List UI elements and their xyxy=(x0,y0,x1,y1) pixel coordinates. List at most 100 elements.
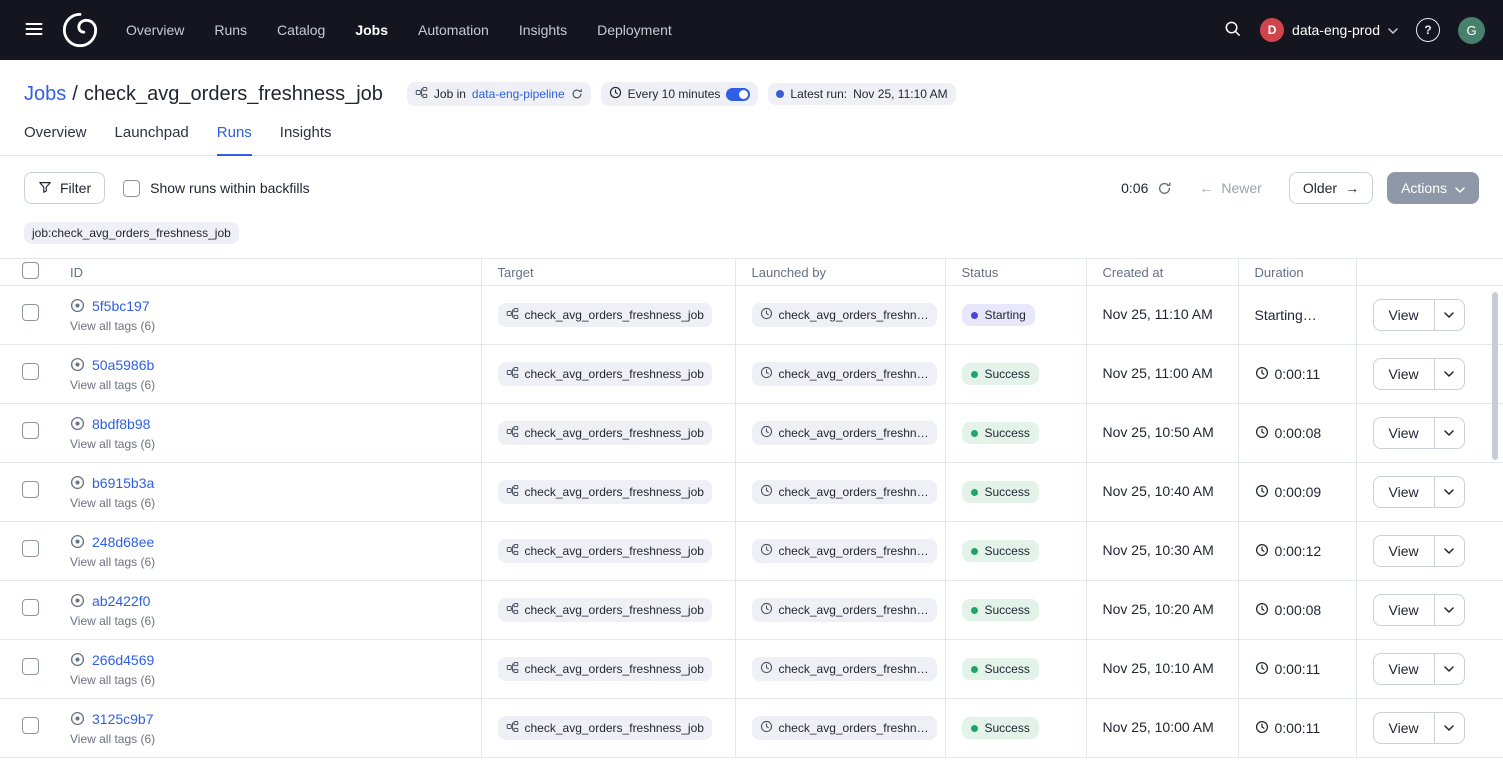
select-all-checkbox[interactable] xyxy=(22,262,39,279)
refresh-countdown: 0:06 xyxy=(1121,180,1172,196)
nav-item-automation[interactable]: Automation xyxy=(418,22,489,38)
launched-by-chip[interactable]: check_avg_orders_freshn… xyxy=(752,421,937,445)
newer-button[interactable]: ← Newer xyxy=(1186,172,1274,204)
refresh-icon[interactable] xyxy=(1157,181,1172,196)
code-location-link[interactable]: data-eng-pipeline xyxy=(472,87,565,101)
run-menu-button[interactable] xyxy=(1435,653,1465,685)
run-id-link[interactable]: b6915b3a xyxy=(92,475,154,491)
help-icon[interactable]: ? xyxy=(1416,18,1440,42)
view-all-tags-button[interactable]: View all tags (6) xyxy=(70,614,155,628)
row-checkbox[interactable] xyxy=(22,599,39,616)
view-run-button[interactable]: View xyxy=(1373,712,1435,744)
tab-runs[interactable]: Runs xyxy=(217,124,252,156)
job-graph-icon xyxy=(506,307,519,323)
view-run-button[interactable]: View xyxy=(1373,417,1435,449)
target-chip[interactable]: check_avg_orders_freshness_job xyxy=(498,480,712,504)
run-menu-button[interactable] xyxy=(1435,535,1465,567)
launched-by-chip[interactable]: check_avg_orders_freshn… xyxy=(752,716,937,740)
target-chip[interactable]: check_avg_orders_freshness_job xyxy=(498,362,712,386)
launched-by-chip[interactable]: check_avg_orders_freshn… xyxy=(752,303,937,327)
tab-insights[interactable]: Insights xyxy=(280,124,332,155)
runs-toolbar: Filter Show runs within backfills 0:06 ←… xyxy=(0,156,1503,220)
launched-by-chip[interactable]: check_avg_orders_freshn… xyxy=(752,362,937,386)
target-chip[interactable]: check_avg_orders_freshness_job xyxy=(498,303,712,327)
user-avatar[interactable]: G xyxy=(1458,17,1485,44)
nav-item-deployment[interactable]: Deployment xyxy=(597,22,672,38)
launched-by-chip[interactable]: check_avg_orders_freshn… xyxy=(752,480,937,504)
row-checkbox[interactable] xyxy=(22,363,39,380)
search-button[interactable] xyxy=(1223,19,1242,41)
job-filter-tag[interactable]: job:check_avg_orders_freshness_job xyxy=(24,222,239,244)
run-menu-button[interactable] xyxy=(1435,299,1465,331)
tab-launchpad[interactable]: Launchpad xyxy=(115,124,189,155)
nav-item-runs[interactable]: Runs xyxy=(214,22,247,38)
nav-item-insights[interactable]: Insights xyxy=(519,22,567,38)
nav-item-overview[interactable]: Overview xyxy=(126,22,184,38)
target-chip[interactable]: check_avg_orders_freshness_job xyxy=(498,657,712,681)
latest-run-label: Latest run: xyxy=(790,87,847,101)
row-checkbox[interactable] xyxy=(22,717,39,734)
run-target-icon xyxy=(70,593,85,608)
duration-clock-icon xyxy=(1255,484,1269,501)
row-checkbox[interactable] xyxy=(22,304,39,321)
duration-cell: Starting… xyxy=(1238,286,1356,345)
hamburger-menu-button[interactable] xyxy=(18,13,50,48)
run-id-link[interactable]: 3125c9b7 xyxy=(92,711,154,727)
view-run-button[interactable]: View xyxy=(1373,358,1435,390)
run-menu-button[interactable] xyxy=(1435,358,1465,390)
column-header-duration: Duration xyxy=(1238,259,1356,286)
run-menu-button[interactable] xyxy=(1435,594,1465,626)
run-id-link[interactable]: 8bdf8b98 xyxy=(92,416,150,432)
breadcrumb-jobs-link[interactable]: Jobs xyxy=(24,83,66,105)
target-chip[interactable]: check_avg_orders_freshness_job xyxy=(498,539,712,563)
view-all-tags-button[interactable]: View all tags (6) xyxy=(70,437,155,451)
older-button[interactable]: Older → xyxy=(1289,172,1373,204)
dagster-logo-icon[interactable] xyxy=(60,10,100,50)
view-run-button[interactable]: View xyxy=(1373,535,1435,567)
launched-by-chip[interactable]: check_avg_orders_freshn… xyxy=(752,657,937,681)
run-id-link[interactable]: 248d68ee xyxy=(92,534,154,550)
run-id-link[interactable]: ab2422f0 xyxy=(92,593,150,609)
deployment-switcher[interactable]: D data-eng-prod xyxy=(1260,18,1398,42)
created-at-value: Nov 25, 11:10 AM xyxy=(1103,306,1213,322)
launched-by-chip[interactable]: check_avg_orders_freshn… xyxy=(752,539,937,563)
backfills-checkbox[interactable] xyxy=(123,180,140,197)
run-target-icon xyxy=(70,357,85,372)
view-run-button[interactable]: View xyxy=(1373,299,1435,331)
schedule-toggle[interactable] xyxy=(726,88,750,101)
latest-run-time[interactable]: Nov 25, 11:10 AM xyxy=(853,87,948,101)
row-checkbox[interactable] xyxy=(22,481,39,498)
actions-button[interactable]: Actions xyxy=(1387,172,1479,204)
target-chip[interactable]: check_avg_orders_freshness_job xyxy=(498,421,712,445)
run-id-link[interactable]: 266d4569 xyxy=(92,652,154,668)
view-run-button[interactable]: View xyxy=(1373,653,1435,685)
nav-item-jobs[interactable]: Jobs xyxy=(355,22,388,38)
view-all-tags-button[interactable]: View all tags (6) xyxy=(70,319,155,333)
view-all-tags-button[interactable]: View all tags (6) xyxy=(70,732,155,746)
nav-item-catalog[interactable]: Catalog xyxy=(277,22,325,38)
target-chip[interactable]: check_avg_orders_freshness_job xyxy=(498,716,712,740)
row-checkbox[interactable] xyxy=(22,422,39,439)
vertical-scrollbar[interactable] xyxy=(1492,292,1498,460)
actions-cell: View xyxy=(1356,581,1503,640)
filter-button[interactable]: Filter xyxy=(24,172,105,204)
reload-location-icon[interactable] xyxy=(571,88,583,100)
view-run-button[interactable]: View xyxy=(1373,594,1435,626)
run-id-link[interactable]: 50a5986b xyxy=(92,357,154,373)
view-run-button[interactable]: View xyxy=(1373,476,1435,508)
launched-by-chip[interactable]: check_avg_orders_freshn… xyxy=(752,598,937,622)
tab-overview[interactable]: Overview xyxy=(24,124,87,155)
duration-value: 0:00:08 xyxy=(1275,425,1322,441)
run-menu-button[interactable] xyxy=(1435,476,1465,508)
target-chip[interactable]: check_avg_orders_freshness_job xyxy=(498,598,712,622)
run-menu-button[interactable] xyxy=(1435,417,1465,449)
run-menu-button[interactable] xyxy=(1435,712,1465,744)
row-checkbox[interactable] xyxy=(22,540,39,557)
view-all-tags-button[interactable]: View all tags (6) xyxy=(70,673,155,687)
actions-cell: View xyxy=(1356,522,1503,581)
view-all-tags-button[interactable]: View all tags (6) xyxy=(70,555,155,569)
run-id-link[interactable]: 5f5bc197 xyxy=(92,298,150,314)
row-checkbox[interactable] xyxy=(22,658,39,675)
view-all-tags-button[interactable]: View all tags (6) xyxy=(70,496,155,510)
view-all-tags-button[interactable]: View all tags (6) xyxy=(70,378,155,392)
